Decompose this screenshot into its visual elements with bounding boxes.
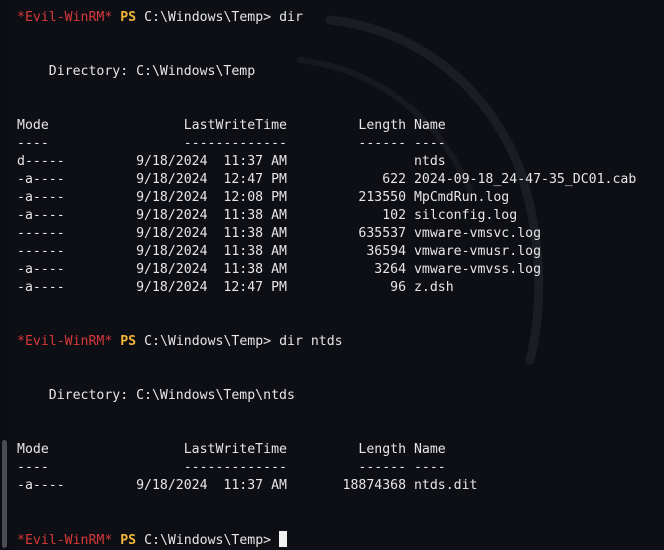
directory-heading: Directory: C:\Windows\Temp (17, 64, 256, 79)
active-prompt-line[interactable]: *Evil-WinRM* PS C:\Windows\Temp> (17, 531, 288, 549)
command-text: dir (279, 10, 303, 25)
file-row: -a---- 9/18/2024 12:47 PM 96 z.dsh (17, 280, 454, 295)
scrollbar[interactable] (0, 0, 9, 550)
listing-header: Mode LastWriteTime Length Name (17, 442, 446, 457)
file-row: -a---- 9/18/2024 12:47 PM 622 2024-09-18… (17, 172, 637, 187)
prompt-ps: PS (120, 10, 137, 25)
command-text: dir ntds (279, 334, 343, 349)
listing-header: Mode LastWriteTime Length Name (17, 118, 446, 133)
scrollbar-thumb[interactable] (2, 440, 7, 548)
file-row: ------ 9/18/2024 11:38 AM 635537 vmware-… (17, 226, 542, 241)
file-row: ------ 9/18/2024 11:38 AM 36594 vmware-v… (17, 244, 542, 259)
prompt-path: C:\Windows\Temp> (144, 10, 272, 25)
prompt-user: *Evil-WinRM* (17, 334, 113, 349)
text-cursor[interactable] (279, 531, 288, 547)
prompt-ps: PS (120, 533, 137, 548)
terminal-window[interactable]: *Evil-WinRM* PS C:\Windows\Temp> dir Dir… (0, 0, 664, 550)
prompt-path: C:\Windows\Temp> (144, 533, 272, 548)
prompt-line: *Evil-WinRM* PS C:\Windows\Temp> dir ntd… (17, 333, 343, 351)
prompt-user: *Evil-WinRM* (17, 10, 113, 25)
prompt-ps: PS (120, 334, 137, 349)
listing-separator: ---- ------------- ------ ---- (17, 136, 446, 151)
file-row: -a---- 9/18/2024 11:38 AM 3264 vmware-vm… (17, 262, 542, 277)
prompt-user: *Evil-WinRM* (17, 533, 113, 548)
prompt-line: *Evil-WinRM* PS C:\Windows\Temp> dir (17, 9, 303, 27)
file-row: d----- 9/18/2024 11:37 AM ntds (17, 154, 446, 169)
file-row: -a---- 9/18/2024 11:37 AM 18874368 ntds.… (17, 478, 478, 493)
directory-heading: Directory: C:\Windows\Temp\ntds (17, 388, 295, 403)
file-row: -a---- 9/18/2024 11:38 AM 102 silconfig.… (17, 208, 518, 223)
file-row: -a---- 9/18/2024 12:08 PM 213550 MpCmdRu… (17, 190, 510, 205)
prompt-path: C:\Windows\Temp> (144, 334, 272, 349)
listing-separator: ---- ------------- ------ ---- (17, 460, 446, 475)
